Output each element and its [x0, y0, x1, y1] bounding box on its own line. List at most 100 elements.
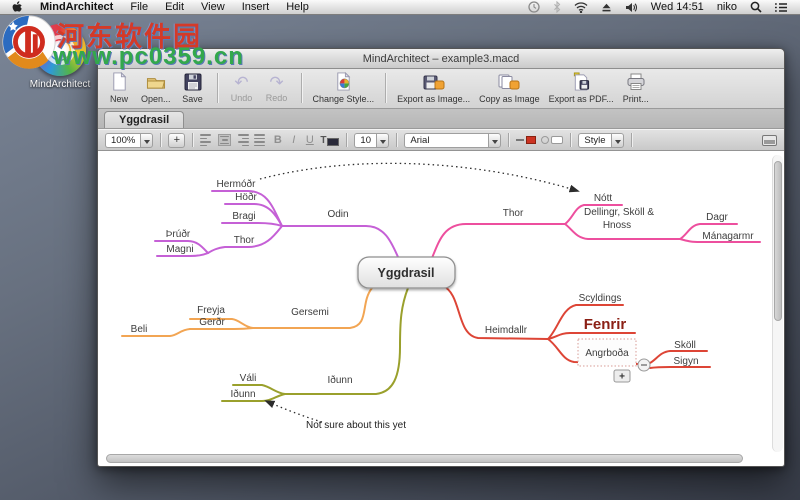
- text-color-button[interactable]: T: [320, 135, 340, 146]
- style-dropdown-arrow[interactable]: [610, 132, 624, 148]
- export-as-pdf-button[interactable]: Export as PDF...: [549, 72, 614, 104]
- desktop-icon-label: MindArchitect: [29, 79, 91, 90]
- undo-button[interactable]: ↶ Undo: [229, 73, 255, 103]
- map-node-beli[interactable]: Beli: [131, 324, 148, 335]
- map-node-dellingr[interactable]: Dellingr, Sköll &: [584, 207, 654, 218]
- map-node-managarmr[interactable]: Mánagarmr: [702, 231, 754, 242]
- map-node-idunn-branch[interactable]: Iðunn: [327, 374, 352, 386]
- node-shape-button[interactable]: [541, 136, 564, 144]
- bold-button[interactable]: B: [272, 134, 283, 146]
- add-node-button[interactable]: +: [168, 132, 186, 148]
- align-left-icon[interactable]: [200, 134, 213, 146]
- menu-user[interactable]: niko: [717, 1, 737, 13]
- desktop-icon-mindarchitect[interactable]: MindArchitect: [14, 24, 106, 90]
- map-node-gersemi[interactable]: Gersemi: [291, 307, 329, 318]
- menu-bar: MindArchitect File Edit View Insert Help…: [0, 0, 800, 15]
- panel-toggle-icon[interactable]: [762, 134, 777, 146]
- print-button[interactable]: Print...: [623, 73, 649, 104]
- menu-file[interactable]: File: [130, 1, 148, 13]
- wifi-icon[interactable]: [574, 1, 588, 13]
- font-dropdown-arrow[interactable]: [488, 132, 502, 148]
- horizontal-scrollbar[interactable]: [104, 454, 768, 464]
- expand-button[interactable]: +: [613, 369, 631, 383]
- open-button[interactable]: Open...: [141, 72, 171, 104]
- window-title-bar[interactable]: MindArchitect – example3.macd: [98, 49, 784, 69]
- map-node-heimdallr[interactable]: Heimdallr: [485, 325, 528, 336]
- map-node-freyja[interactable]: Freyja: [197, 305, 225, 316]
- menu-insert[interactable]: Insert: [242, 1, 270, 13]
- map-node-vali[interactable]: Váli: [240, 373, 257, 384]
- map-node-hodr[interactable]: Höðr: [235, 191, 257, 203]
- root-node-label[interactable]: Yggdrasil: [378, 266, 435, 280]
- apple-icon[interactable]: [12, 0, 23, 14]
- eject-icon[interactable]: [601, 2, 612, 13]
- new-document-icon: [110, 71, 129, 93]
- branch-gersemi-lines: [121, 287, 373, 337]
- save-button[interactable]: Save: [180, 73, 206, 104]
- vertical-scrollbar-thumb[interactable]: [774, 161, 782, 321]
- horizontal-scrollbar-thumb[interactable]: [106, 454, 744, 463]
- map-node-dellingr-line2[interactable]: Hnoss: [603, 220, 631, 231]
- menu-app-name[interactable]: MindArchitect: [40, 1, 113, 13]
- folder-icon: [146, 72, 166, 93]
- align-justify-icon[interactable]: [254, 134, 267, 146]
- map-node-skoll[interactable]: Sköll: [674, 340, 696, 351]
- map-node-idunn-leaf[interactable]: Iðunn: [230, 388, 255, 400]
- branch-heimdallr-lines: [442, 285, 711, 369]
- map-node-bragi[interactable]: Bragi: [232, 211, 255, 222]
- italic-button[interactable]: I: [288, 134, 299, 146]
- text-color-swatch: [327, 137, 340, 146]
- tab-yggdrasil[interactable]: Yggdrasil: [104, 111, 185, 128]
- toolbar-separator: [216, 73, 218, 103]
- zoom-dropdown-arrow[interactable]: [140, 132, 154, 148]
- list-menu-icon[interactable]: [775, 2, 788, 13]
- map-node-magni[interactable]: Magni: [166, 244, 193, 255]
- font-size-dropdown-arrow[interactable]: [376, 132, 390, 148]
- volume-icon[interactable]: [625, 2, 638, 13]
- map-node-thrudr[interactable]: Þrúðr: [166, 228, 191, 240]
- map-node-scyldings[interactable]: Scyldings: [579, 293, 622, 304]
- menu-edit[interactable]: Edit: [165, 1, 184, 13]
- font-size-select[interactable]: 10: [354, 132, 390, 148]
- map-node-thor-left[interactable]: Thor: [234, 235, 255, 246]
- floppy-disk-icon: [184, 73, 202, 93]
- align-right-icon[interactable]: [236, 134, 250, 146]
- menu-clock[interactable]: Wed 14:51: [651, 1, 704, 13]
- collapse-button[interactable]: [637, 358, 651, 372]
- root-node[interactable]: Yggdrasil: [357, 256, 456, 289]
- line-color-button[interactable]: [516, 136, 537, 144]
- map-annotation[interactable]: Not sure about this yet: [306, 420, 406, 431]
- menu-help[interactable]: Help: [286, 1, 309, 13]
- map-node-odin[interactable]: Odin: [327, 209, 348, 220]
- clock-icon[interactable]: [528, 1, 540, 13]
- window-title: MindArchitect – example3.macd: [362, 52, 520, 65]
- map-node-sigyn[interactable]: Sigyn: [673, 356, 698, 367]
- map-node-dagr[interactable]: Dagr: [706, 212, 728, 223]
- copy-as-image-button[interactable]: Copy as Image: [479, 73, 540, 104]
- style-select[interactable]: Style: [578, 132, 624, 148]
- map-node-angrboda[interactable]: Angrboða: [585, 347, 629, 359]
- map-node-gerdr[interactable]: Gerðr: [199, 316, 225, 328]
- toolbar: New Open... Save ↶ Undo ↷ Redo Change St…: [98, 69, 784, 109]
- map-node-hermodr[interactable]: Hermóðr: [217, 178, 257, 190]
- export-as-image-button[interactable]: Export as Image...: [397, 73, 470, 104]
- map-node-nott[interactable]: Nótt: [594, 193, 613, 204]
- menu-view[interactable]: View: [201, 1, 225, 13]
- svg-text:+: +: [619, 372, 625, 383]
- spotlight-icon[interactable]: [750, 1, 762, 13]
- align-center-icon[interactable]: [218, 134, 232, 146]
- new-button[interactable]: New: [106, 71, 132, 104]
- bluetooth-icon[interactable]: [553, 1, 561, 13]
- underline-button[interactable]: U: [304, 134, 315, 146]
- format-bar: 100% + B I U T 10 Arial Style: [98, 129, 784, 151]
- vertical-scrollbar[interactable]: [772, 155, 783, 452]
- map-node-thor-right[interactable]: Thor: [503, 208, 524, 219]
- font-family-select[interactable]: Arial: [404, 132, 502, 148]
- zoom-select[interactable]: 100%: [105, 132, 154, 148]
- change-style-button[interactable]: Change Style...: [313, 71, 374, 104]
- mindmap-svg: Yggdrasil + Hermóðr Höðr Bragi Odin Thor…: [121, 162, 761, 431]
- branch-idunn-lines: [221, 287, 409, 402]
- redo-button[interactable]: ↷ Redo: [264, 73, 290, 103]
- relation-arrows: [259, 162, 580, 423]
- map-node-fenrir[interactable]: Fenrir: [584, 316, 627, 333]
